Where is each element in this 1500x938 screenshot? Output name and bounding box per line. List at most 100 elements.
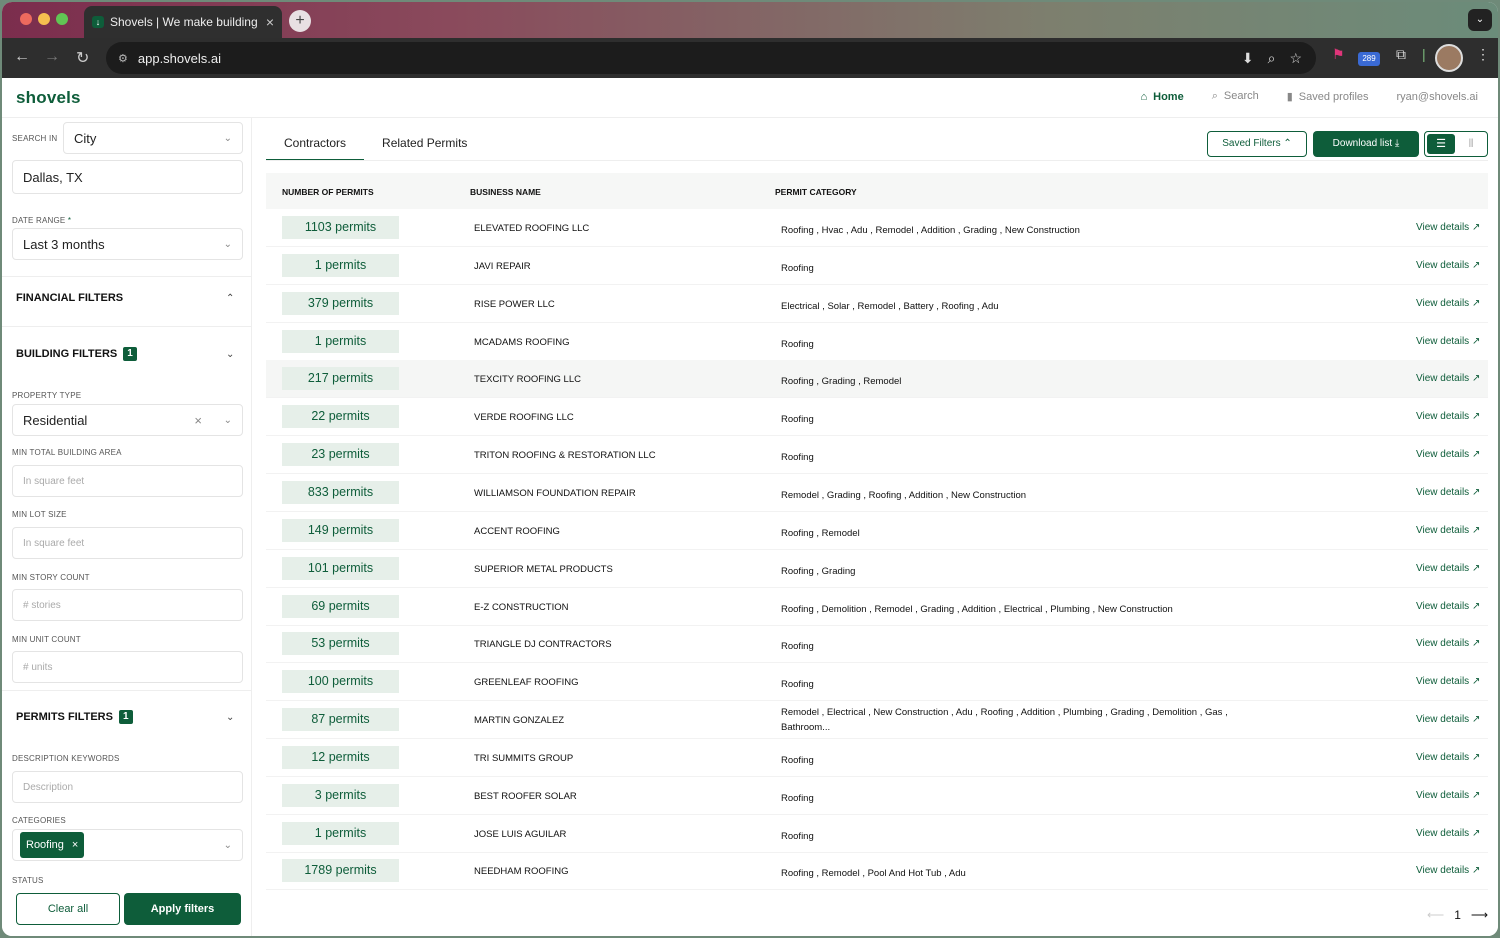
table-row[interactable]: 87 permits MARTIN GONZALEZ Remodel , Elect… (266, 701, 1488, 740)
view-details-link[interactable]: View details ↗ (1416, 638, 1480, 649)
permit-count-badge[interactable]: 3 permits (282, 783, 399, 807)
column-view-icon[interactable]: ⫴ (1459, 134, 1483, 154)
table-row[interactable]: 101 permits SUPERIOR METAL PRODUCTS Roofin… (266, 550, 1488, 588)
view-details-link[interactable]: View details ↗ (1416, 828, 1480, 839)
permit-count-badge[interactable]: 22 permits (282, 405, 399, 429)
table-row[interactable]: 53 permits TRIANGLE DJ CONTRACTORS Roofing… (266, 625, 1488, 664)
bookmark-star-icon[interactable]: ☆ (1289, 50, 1302, 67)
remove-chip-icon[interactable]: × (72, 839, 78, 851)
view-details-link[interactable]: View details ↗ (1416, 373, 1480, 384)
permit-count-badge[interactable]: 101 permits (282, 556, 399, 580)
forward-arrow-icon[interactable]: → (44, 48, 60, 66)
close-tab-icon[interactable]: × (266, 14, 274, 30)
property-type-select[interactable]: Residential × ⌄ (12, 404, 243, 436)
permits-filters-header[interactable]: PERMITS FILTERS 1 (16, 710, 133, 724)
nav-saved-profiles[interactable]: ▮ Saved profiles (1287, 90, 1369, 103)
nav-search[interactable]: ⌕ Search (1212, 90, 1259, 103)
permit-count-badge[interactable]: 69 permits (282, 594, 399, 618)
list-view-icon[interactable]: ☰ (1427, 134, 1455, 154)
permit-count-badge[interactable]: 379 permits (282, 291, 399, 315)
date-range-select[interactable]: Last 3 months ⌄ (12, 228, 243, 260)
view-details-link[interactable]: View details ↗ (1416, 865, 1480, 876)
table-row[interactable]: 1789 permits NEEDHAM ROOFING Roofing , Rem… (266, 852, 1488, 891)
prev-page-icon[interactable]: ⟵ (1427, 908, 1444, 922)
min-area-input[interactable]: In square feet (12, 465, 243, 497)
view-details-link[interactable]: View details ↗ (1416, 525, 1480, 536)
table-row[interactable]: 1 permits JAVI REPAIR Roofing View details … (266, 247, 1488, 285)
table-row[interactable]: 1103 permits ELEVATED ROOFING LLC Roofing … (266, 209, 1488, 247)
view-details-link[interactable]: View details ↗ (1416, 563, 1480, 574)
chevron-down-icon[interactable]: ⌄ (226, 712, 234, 723)
extensions-puzzle-icon[interactable]: ⧉ (1396, 46, 1406, 63)
extension-flag-icon[interactable]: ⚑ (1332, 46, 1345, 63)
view-details-link[interactable]: View details ↗ (1416, 752, 1480, 763)
tab-related-permits[interactable]: Related Permits (364, 130, 485, 161)
download-list-button[interactable]: Download list ⤓ (1313, 131, 1419, 157)
reload-icon[interactable]: ↻ (76, 48, 89, 68)
min-lot-input[interactable]: In square feet (12, 527, 243, 559)
clear-icon[interactable]: × (194, 413, 202, 428)
building-filters-header[interactable]: BUILDING FILTERS 1 (16, 347, 137, 361)
table-row[interactable]: 217 permits TEXCITY ROOFING LLC Roofing , … (266, 360, 1488, 399)
table-row[interactable]: 22 permits VERDE ROOFING LLC Roofing View d… (266, 398, 1488, 437)
permit-count-badge[interactable]: 1789 permits (282, 859, 399, 883)
location-input[interactable]: Dallas, TX (12, 160, 243, 194)
min-story-input[interactable]: # stories (12, 589, 243, 621)
zoom-icon[interactable]: ⌕ (1268, 50, 1276, 67)
view-details-link[interactable]: View details ↗ (1416, 260, 1480, 271)
view-details-link[interactable]: View details ↗ (1416, 449, 1480, 460)
shovels-logo[interactable]: shovels (16, 88, 81, 108)
view-details-link[interactable]: View details ↗ (1416, 487, 1480, 498)
table-row[interactable]: 23 permits TRITON ROOFING & RESTORATION L… (266, 436, 1488, 475)
browser-menu-icon[interactable]: ⋮ (1476, 46, 1490, 63)
chevron-down-icon[interactable]: ⌄ (226, 349, 234, 360)
col-business-name[interactable]: BUSINESS NAME (470, 187, 541, 197)
table-row[interactable]: 69 permits E-Z CONSTRUCTION Roofing , Demo… (266, 588, 1488, 626)
col-permit-category[interactable]: PERMIT CATEGORY (775, 187, 857, 197)
tab-contractors[interactable]: Contractors (266, 130, 365, 161)
view-details-link[interactable]: View details ↗ (1416, 336, 1480, 347)
nav-home[interactable]: ⌂ Home (1140, 91, 1183, 103)
permit-count-badge[interactable]: 1 permits (282, 329, 399, 353)
view-details-link[interactable]: View details ↗ (1416, 601, 1480, 612)
financial-filters-header[interactable]: FINANCIAL FILTERS (16, 292, 123, 304)
min-unit-input[interactable]: # units (12, 651, 243, 683)
table-row[interactable]: 1 permits JOSE LUIS AGUILAR Roofing View de… (266, 815, 1488, 853)
user-email[interactable]: ryan@shovels.ai (1397, 91, 1478, 103)
table-row[interactable]: 12 permits TRI SUMMITS GROUP Roofing View d… (266, 739, 1488, 777)
view-details-link[interactable]: View details ↗ (1416, 222, 1480, 233)
saved-filters-button[interactable]: Saved Filters ⌃ (1207, 131, 1307, 157)
view-details-link[interactable]: View details ↗ (1416, 298, 1480, 309)
next-page-icon[interactable]: ⟶ (1471, 908, 1488, 922)
table-row[interactable]: 100 permits GREENLEAF ROOFING Roofing View … (266, 663, 1488, 702)
table-row[interactable]: 3 permits BEST ROOFER SOLAR Roofing View de… (266, 777, 1488, 815)
description-input[interactable]: Description (12, 771, 243, 803)
view-details-link[interactable]: View details ↗ (1416, 411, 1480, 422)
profile-avatar[interactable] (1435, 44, 1463, 72)
permit-count-badge[interactable]: 1103 permits (282, 216, 399, 239)
category-chip-roofing[interactable]: Roofing × (20, 832, 85, 858)
site-settings-icon[interactable]: ⚙ (118, 52, 128, 65)
new-tab-button[interactable]: + (289, 10, 311, 32)
maximize-window-button[interactable] (56, 13, 68, 25)
permit-count-badge[interactable]: 833 permits (282, 480, 399, 504)
permit-count-badge[interactable]: 217 permits (282, 367, 399, 391)
browser-tab[interactable]: ↓ Shovels | We make building p × (84, 6, 282, 38)
table-row[interactable]: 1 permits MCADAMS ROOFING Roofing View deta… (266, 323, 1488, 361)
view-details-link[interactable]: View details ↗ (1416, 676, 1480, 687)
permit-count-badge[interactable]: 87 permits (282, 708, 399, 732)
permit-count-badge[interactable]: 1 permits (282, 821, 399, 845)
table-row[interactable]: 379 permits RISE POWER LLC Electrical , So… (266, 285, 1488, 323)
view-details-link[interactable]: View details ↗ (1416, 790, 1480, 801)
extension-badge[interactable]: 289 (1358, 52, 1380, 66)
back-arrow-icon[interactable]: ← (14, 48, 30, 66)
permit-count-badge[interactable]: 53 permits (282, 632, 399, 656)
minimize-window-button[interactable] (38, 13, 50, 25)
search-in-select[interactable]: City ⌄ (63, 122, 243, 154)
col-permits[interactable]: NUMBER OF PERMITS (282, 187, 374, 197)
install-app-icon[interactable]: ⬇ (1242, 50, 1254, 67)
apply-filters-button[interactable]: Apply filters (124, 893, 241, 925)
permit-count-badge[interactable]: 100 permits (282, 670, 399, 694)
address-bar[interactable]: ⚙ app.shovels.ai ⬇ ⌕ ☆ (106, 42, 1316, 74)
table-row[interactable]: 149 permits ACCENT ROOFING Roofing , Remod… (266, 512, 1488, 550)
